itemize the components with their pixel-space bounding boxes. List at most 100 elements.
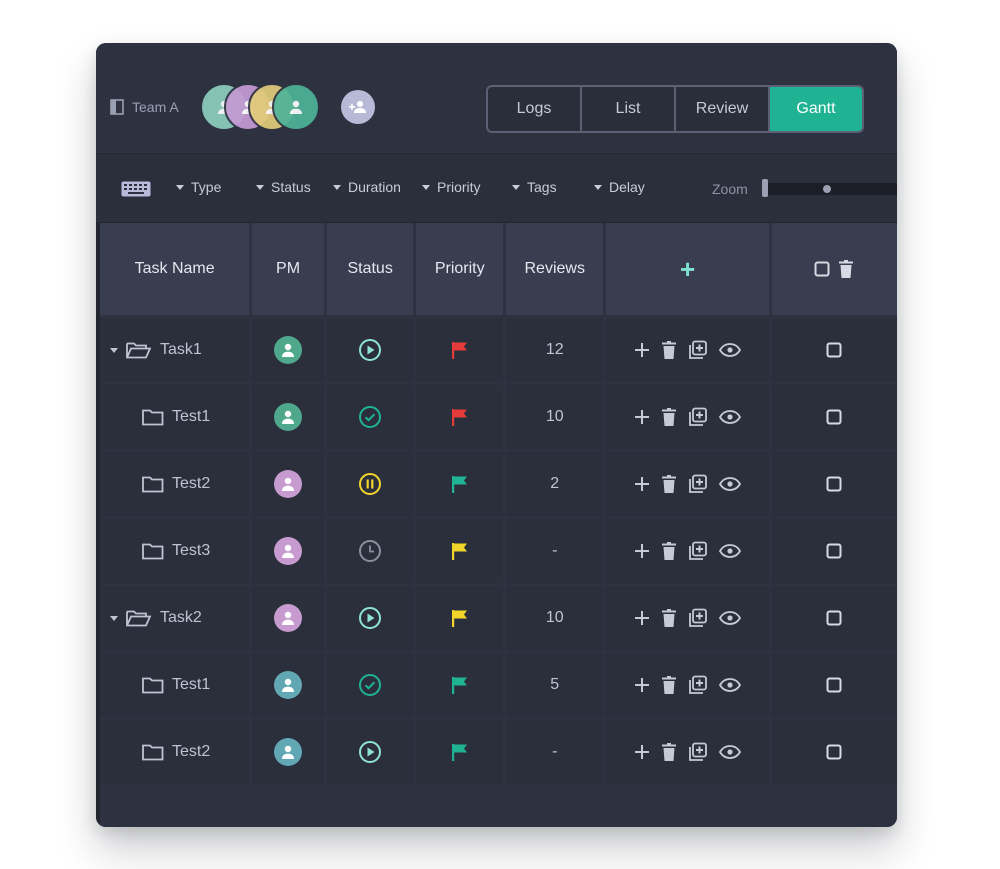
task-name-cell[interactable]: Test3 [100, 519, 250, 583]
priority-cell[interactable] [416, 452, 503, 516]
view-button[interactable] [719, 343, 742, 357]
duplicate-button[interactable] [688, 675, 708, 695]
priority-cell[interactable] [416, 385, 503, 449]
team-selector[interactable]: Team A [110, 99, 179, 115]
delete-button[interactable] [661, 676, 677, 694]
flag-icon[interactable] [450, 541, 470, 561]
filter-status[interactable]: Status [256, 179, 311, 195]
status-cell[interactable] [326, 653, 414, 717]
row-checkbox[interactable] [826, 342, 842, 358]
avatar[interactable] [274, 671, 303, 699]
flag-icon[interactable] [450, 675, 470, 695]
chevron-down-icon[interactable] [110, 615, 118, 621]
view-button[interactable] [719, 410, 742, 424]
avatar[interactable] [274, 738, 303, 766]
row-checkbox[interactable] [826, 409, 842, 425]
add-column-button[interactable]: + [606, 223, 769, 315]
column-header-task-name[interactable]: Task Name [100, 223, 250, 315]
column-header-status[interactable]: Status [326, 223, 414, 315]
filter-priority[interactable]: Priority [422, 179, 481, 195]
add-subtask-button[interactable] [634, 744, 650, 760]
pm-cell[interactable] [252, 318, 324, 382]
priority-cell[interactable] [416, 653, 503, 717]
task-name-cell[interactable]: Task2 [100, 586, 250, 650]
delete-selected-icon[interactable] [838, 260, 854, 278]
table-row[interactable]: Test2 2 [100, 452, 897, 519]
filter-delay[interactable]: Delay [594, 179, 645, 195]
duplicate-button[interactable] [688, 474, 708, 494]
status-cell[interactable] [326, 452, 414, 516]
column-header-pm[interactable]: PM [252, 223, 324, 315]
avatar[interactable] [274, 336, 303, 364]
column-header-reviews[interactable]: Reviews [505, 223, 604, 315]
status-cell[interactable] [326, 720, 414, 784]
add-subtask-button[interactable] [634, 476, 650, 492]
table-row[interactable]: Test3 - [100, 519, 897, 586]
duplicate-button[interactable] [688, 541, 708, 561]
row-checkbox[interactable] [826, 543, 842, 559]
flag-icon[interactable] [450, 608, 470, 628]
add-subtask-button[interactable] [634, 610, 650, 626]
task-name-cell[interactable]: Test2 [100, 720, 250, 784]
tab-logs[interactable]: Logs [488, 87, 582, 131]
column-header-priority[interactable]: Priority [416, 223, 503, 315]
tab-review[interactable]: Review [676, 87, 770, 131]
clock-icon[interactable] [358, 539, 382, 563]
delete-button[interactable] [661, 542, 677, 560]
chevron-down-icon[interactable] [110, 347, 118, 353]
filter-duration[interactable]: Duration [333, 179, 401, 195]
table-row[interactable]: Test2 - [100, 720, 897, 787]
check-icon[interactable] [358, 405, 382, 429]
table-row[interactable]: Test1 10 [100, 385, 897, 452]
table-row[interactable]: Task1 12 [100, 318, 897, 385]
status-cell[interactable] [326, 318, 414, 382]
member-avatars[interactable] [200, 83, 320, 131]
avatar[interactable] [274, 470, 303, 498]
avatar[interactable] [274, 403, 303, 431]
check-icon[interactable] [358, 673, 382, 697]
tab-list[interactable]: List [582, 87, 676, 131]
delete-button[interactable] [661, 475, 677, 493]
add-member-button[interactable] [341, 90, 375, 124]
flag-icon[interactable] [450, 407, 470, 427]
keyboard-icon[interactable] [121, 181, 151, 197]
pause-icon[interactable] [358, 472, 382, 496]
add-subtask-button[interactable] [634, 409, 650, 425]
task-name-cell[interactable]: Task1 [100, 318, 250, 382]
pm-cell[interactable] [252, 653, 324, 717]
add-subtask-button[interactable] [634, 543, 650, 559]
flag-icon[interactable] [450, 742, 470, 762]
delete-button[interactable] [661, 408, 677, 426]
filter-tags[interactable]: Tags [512, 179, 557, 195]
priority-cell[interactable] [416, 586, 503, 650]
view-button[interactable] [719, 745, 742, 759]
priority-cell[interactable] [416, 318, 503, 382]
pm-cell[interactable] [252, 385, 324, 449]
pm-cell[interactable] [252, 720, 324, 784]
task-name-cell[interactable]: Test1 [100, 653, 250, 717]
task-name-cell[interactable]: Test2 [100, 452, 250, 516]
add-subtask-button[interactable] [634, 677, 650, 693]
pm-cell[interactable] [252, 519, 324, 583]
duplicate-button[interactable] [688, 340, 708, 360]
delete-button[interactable] [661, 609, 677, 627]
flag-icon[interactable] [450, 474, 470, 494]
pm-cell[interactable] [252, 586, 324, 650]
view-button[interactable] [719, 477, 742, 491]
view-button[interactable] [719, 544, 742, 558]
table-row[interactable]: Task2 10 [100, 586, 897, 653]
play-icon[interactable] [358, 338, 382, 362]
status-cell[interactable] [326, 519, 414, 583]
row-checkbox[interactable] [826, 610, 842, 626]
avatar[interactable] [274, 537, 303, 565]
row-checkbox[interactable] [826, 744, 842, 760]
select-all-checkbox[interactable] [814, 261, 830, 277]
add-subtask-button[interactable] [634, 342, 650, 358]
avatar[interactable] [274, 604, 303, 632]
priority-cell[interactable] [416, 720, 503, 784]
zoom-slider-start-handle[interactable] [762, 179, 768, 197]
play-icon[interactable] [358, 606, 382, 630]
table-row[interactable]: Test1 5 [100, 653, 897, 720]
pm-cell[interactable] [252, 452, 324, 516]
zoom-slider-thumb[interactable] [823, 185, 831, 193]
